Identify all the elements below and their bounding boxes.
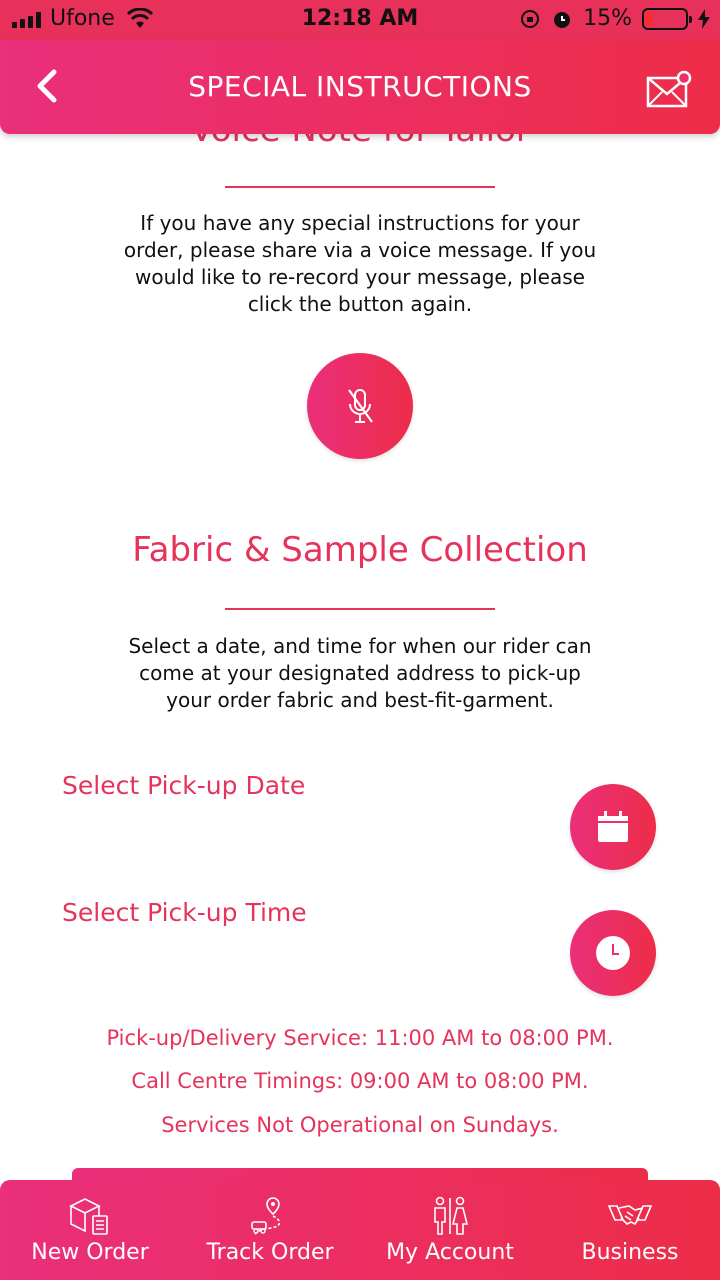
pickup-date-button[interactable] <box>570 784 656 870</box>
tab-my-account[interactable]: My Account <box>360 1180 540 1280</box>
alarm-icon <box>554 11 571 28</box>
battery-icon <box>642 7 692 30</box>
route-pin-icon <box>251 1197 281 1235</box>
charging-bolt-icon <box>698 8 710 29</box>
mail-icon[interactable] <box>646 70 694 110</box>
status-right: 15% <box>519 6 710 31</box>
clock-icon <box>596 936 630 970</box>
scroll-content[interactable]: Voice Note for Tailor If you have any sp… <box>0 134 720 1180</box>
service-hours-text: Pick-up/Delivery Service: 11:00 AM to 08… <box>106 1026 614 1050</box>
sunday-notice-text: Services Not Operational on Sundays. <box>161 1113 559 1137</box>
people-icon <box>434 1196 469 1235</box>
voice-note-title: Voice Note for Tailor <box>0 134 720 150</box>
status-bar: Ufone 12:18 AM 15% <box>0 0 720 40</box>
orientation-lock-icon <box>521 9 540 28</box>
pickup-time-button[interactable] <box>570 910 656 996</box>
fabric-section-title: Fabric & Sample Collection <box>132 530 588 570</box>
tab-business[interactable]: Business <box>540 1180 720 1280</box>
pickup-time-label[interactable]: Select Pick-up Time <box>62 898 307 927</box>
call-centre-hours-text: Call Centre Timings: 09:00 AM to 08:00 P… <box>131 1069 589 1093</box>
mic-off-icon <box>348 389 373 423</box>
pickup-date-label[interactable]: Select Pick-up Date <box>62 771 305 800</box>
handshake-icon <box>607 1205 653 1226</box>
tab-track-order[interactable]: Track Order <box>180 1180 360 1280</box>
voice-note-description: If you have any special instructions for… <box>123 211 597 316</box>
submit-button[interactable] <box>72 1168 648 1180</box>
section-divider <box>225 608 495 610</box>
fabric-description: Select a date, and time for when our rid… <box>128 634 592 712</box>
battery-percent: 15% <box>583 6 632 31</box>
bottom-tab-bar: New Order Track Order My Account Busines… <box>0 1180 720 1280</box>
tab-new-order[interactable]: New Order <box>0 1180 180 1280</box>
record-voice-button[interactable] <box>307 353 413 459</box>
tab-label: My Account <box>386 1240 514 1265</box>
page-title: SPECIAL INSTRUCTIONS <box>188 70 532 103</box>
tab-label: Track Order <box>206 1240 334 1265</box>
app-header: SPECIAL INSTRUCTIONS <box>0 40 720 134</box>
tab-label: Business <box>581 1240 679 1265</box>
box-checklist-icon <box>69 1198 108 1235</box>
section-divider <box>225 186 495 188</box>
tab-label: New Order <box>31 1240 149 1265</box>
calendar-icon <box>598 811 628 842</box>
